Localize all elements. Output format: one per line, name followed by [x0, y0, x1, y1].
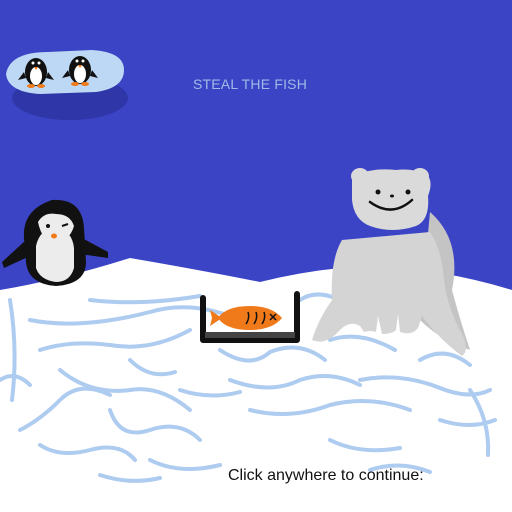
continue-prompt[interactable]: Click anywhere to continue: — [228, 467, 468, 485]
game-title: STEAL THE FISH — [192, 76, 308, 92]
game-screen[interactable]: STEAL THE FISH Click anywhere to continu… — [0, 0, 512, 512]
ice-floe — [6, 50, 128, 120]
